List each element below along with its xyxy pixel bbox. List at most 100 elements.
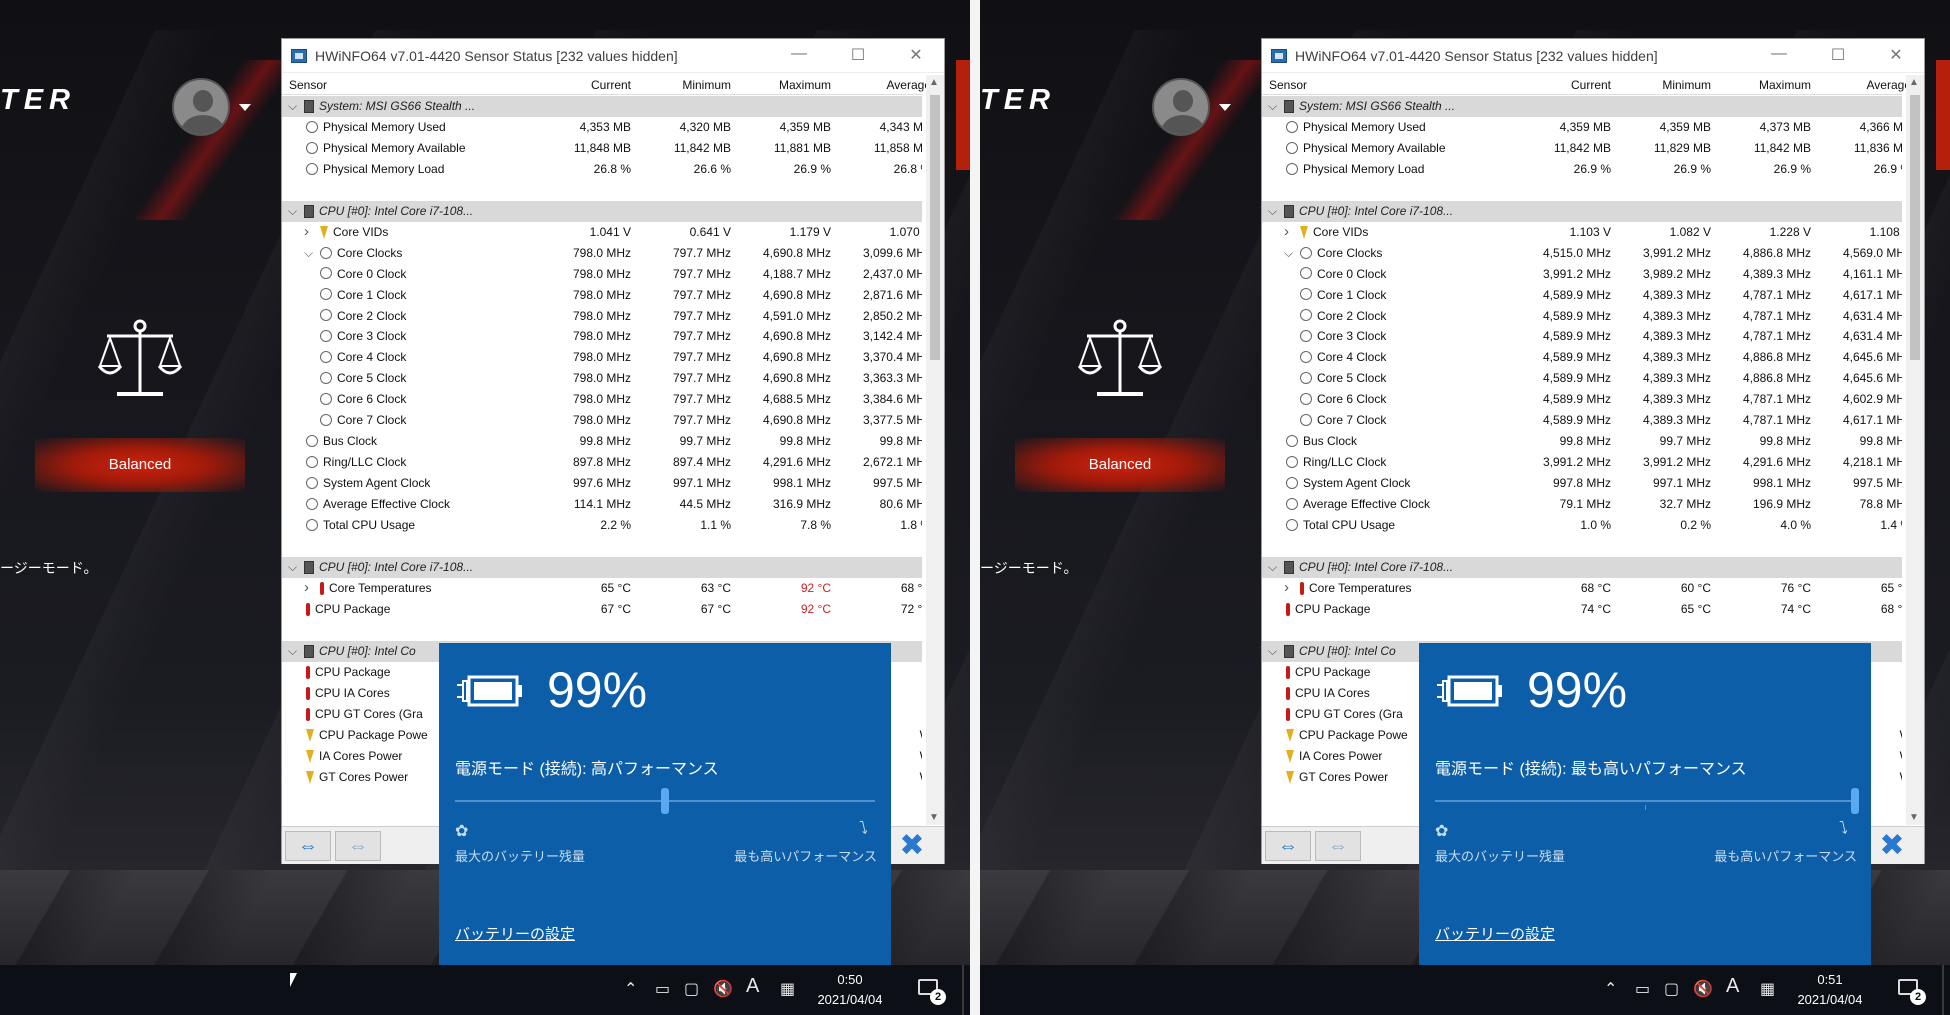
sensor-row[interactable]: Average Effective Clock 114.1 MHz 44.5 MHz… xyxy=(282,494,922,515)
volume-muted-icon[interactable]: 🔇 xyxy=(713,979,733,999)
sensor-group-row[interactable]: ⌵ CPU [#0]: Intel Core i7-108... xyxy=(1262,200,1902,222)
scrollbar-thumb[interactable] xyxy=(930,95,940,360)
volume-muted-icon[interactable]: 🔇 xyxy=(1693,979,1713,999)
sensor-group-row[interactable]: ⌵ CPU [#0]: Intel Core i7-108... xyxy=(282,556,922,578)
sensor-group-row[interactable]: ⌵ CPU [#0]: Intel Core i7-108... xyxy=(1262,556,1902,578)
scrollbar-thumb[interactable] xyxy=(1910,95,1920,360)
collapse-chevron-icon[interactable]: ⌵ xyxy=(1268,201,1277,222)
close-icon[interactable]: ✕ xyxy=(1886,45,1906,65)
expand-chevron-icon[interactable]: › xyxy=(1284,222,1289,243)
user-avatar[interactable] xyxy=(1152,78,1210,136)
expand-chevron-icon[interactable]: › xyxy=(304,222,309,243)
minimize-icon[interactable]: — xyxy=(789,45,809,63)
user-avatar[interactable] xyxy=(172,78,230,136)
sensor-row[interactable]: Average Effective Clock 79.1 MHz 32.7 MHz 1… xyxy=(1262,494,1902,515)
sensor-row[interactable]: Total CPU Usage 1.0 % 0.2 % 4.0 % 1.4 % xyxy=(1262,515,1902,536)
sensor-row[interactable]: Physical Memory Available 11,842 MB 11,829… xyxy=(1262,138,1902,159)
ime-mode-icon[interactable]: A xyxy=(1726,975,1739,998)
column-maximum[interactable]: Maximum xyxy=(737,78,831,92)
sensor-row[interactable]: Core 3 Clock 4,589.9 MHz 4,389.3 MHz 4,787.… xyxy=(1262,326,1902,347)
power-slider-track[interactable] xyxy=(1435,800,1855,802)
sensor-row[interactable]: Ring/LLC Clock 3,991.2 MHz 3,991.2 MHz 4,29… xyxy=(1262,452,1902,473)
expand-chevron-icon[interactable]: › xyxy=(1284,578,1289,599)
expand-chevron-icon[interactable]: › xyxy=(304,578,309,599)
sensor-row[interactable]: Core 4 Clock 798.0 MHz 797.7 MHz 4,690.8 MH… xyxy=(282,347,922,368)
sensor-row[interactable]: Core 5 Clock 4,589.9 MHz 4,389.3 MHz 4,886.… xyxy=(1262,368,1902,389)
sensor-row[interactable]: Ring/LLC Clock 897.8 MHz 897.4 MHz 4,291.6 … xyxy=(282,452,922,473)
battery-settings-link[interactable]: バッテリーの設定 xyxy=(1435,923,1555,944)
sensor-row[interactable]: Core 4 Clock 4,589.9 MHz 4,389.3 MHz 4,886.… xyxy=(1262,347,1902,368)
sensor-row[interactable]: Core 2 Clock 798.0 MHz 797.7 MHz 4,591.0 MH… xyxy=(282,306,922,327)
scroll-up-icon[interactable]: ▲ xyxy=(929,77,939,88)
sensor-row[interactable]: Core 5 Clock 798.0 MHz 797.7 MHz 4,690.8 MH… xyxy=(282,368,922,389)
taskbar-clock[interactable]: 0:51 2021/04/04 xyxy=(1789,970,1871,1010)
chevron-up-icon[interactable]: ⌃ xyxy=(624,979,637,999)
collapse-chevron-icon[interactable]: ⌵ xyxy=(1284,243,1293,264)
show-desktop-button[interactable] xyxy=(962,965,964,1015)
collapse-chevron-icon[interactable]: ⌵ xyxy=(1268,557,1277,578)
sensor-row[interactable]: CPU Package 74 °C 65 °C 74 °C 68 °C xyxy=(1262,599,1902,620)
collapse-chevron-icon[interactable]: ⌵ xyxy=(288,201,297,222)
column-maximum[interactable]: Maximum xyxy=(1717,78,1811,92)
scroll-up-icon[interactable]: ▲ xyxy=(1909,77,1919,88)
sensor-row[interactable]: ⌵ Core Clocks 798.0 MHz 797.7 MHz 4,690.8 MH… xyxy=(282,243,922,264)
collapse-chevron-icon[interactable]: ⌵ xyxy=(288,641,297,662)
app-tray-icon[interactable]: ▦ xyxy=(780,979,795,999)
sensor-group-row[interactable]: ⌵ System: MSI GS66 Stealth ... xyxy=(282,96,922,117)
battery-tray-icon[interactable]: ▭ xyxy=(1635,979,1650,999)
sensor-row[interactable]: Core 0 Clock 798.0 MHz 797.7 MHz 4,188.7 MH… xyxy=(282,264,922,285)
scroll-down-icon[interactable]: ▼ xyxy=(1909,812,1919,823)
sensor-group-row[interactable]: ⌵ System: MSI GS66 Stealth ... xyxy=(1262,96,1902,117)
sensor-row[interactable]: CPU Package 67 °C 67 °C 92 °C 72 °C xyxy=(282,599,922,620)
chevron-up-icon[interactable]: ⌃ xyxy=(1604,979,1617,999)
network-icon[interactable]: ▢ xyxy=(1664,979,1679,999)
network-icon[interactable]: ▢ xyxy=(684,979,699,999)
chevron-down-icon[interactable] xyxy=(1219,104,1231,111)
sensor-row[interactable]: Physical Memory Available 11,848 MB 11,842… xyxy=(282,138,922,159)
sensor-row[interactable]: Core 2 Clock 4,589.9 MHz 4,389.3 MHz 4,787.… xyxy=(1262,306,1902,327)
sensor-row[interactable]: Physical Memory Load 26.9 % 26.9 % 26.9 % 26… xyxy=(1262,159,1902,180)
sensor-row[interactable]: › Core VIDs 1.103 V 1.082 V 1.228 V 1.108 V xyxy=(1262,222,1902,243)
collapse-chevron-icon[interactable]: ⌵ xyxy=(304,243,313,264)
power-slider-thumb[interactable] xyxy=(1851,788,1859,814)
close-x-icon[interactable]: ✖ xyxy=(892,829,932,863)
column-minimum[interactable]: Minimum xyxy=(637,78,731,92)
power-slider-thumb[interactable] xyxy=(661,788,669,814)
sensor-row[interactable]: › Core Temperatures 68 °C 60 °C 76 °C 65 °C xyxy=(1262,578,1902,599)
sensor-row[interactable]: Bus Clock 99.8 MHz 99.7 MHz 99.8 MHz 99.8 MH… xyxy=(282,431,922,452)
expand-arrows-icon[interactable]: ⇔ xyxy=(285,831,331,861)
sensor-row[interactable]: System Agent Clock 997.8 MHz 997.1 MHz 998.… xyxy=(1262,473,1902,494)
minimize-icon[interactable]: — xyxy=(1769,45,1789,63)
sensor-row[interactable]: Core 3 Clock 798.0 MHz 797.7 MHz 4,690.8 MH… xyxy=(282,326,922,347)
column-minimum[interactable]: Minimum xyxy=(1617,78,1711,92)
battery-tray-icon[interactable]: ▭ xyxy=(655,979,670,999)
sensor-row[interactable]: Physical Memory Used 4,359 MB 4,359 MB 4,37… xyxy=(1262,117,1902,138)
collapse-arrows-icon[interactable]: ⇔ xyxy=(335,831,381,861)
sensor-row[interactable]: › Core Temperatures 65 °C 63 °C 92 °C 68 °C xyxy=(282,578,922,599)
chevron-down-icon[interactable] xyxy=(239,104,251,111)
scroll-down-icon[interactable]: ▼ xyxy=(929,812,939,823)
sensor-row[interactable]: Total CPU Usage 2.2 % 1.1 % 7.8 % 1.8 % xyxy=(282,515,922,536)
sensor-row[interactable]: Core 7 Clock 798.0 MHz 797.7 MHz 4,690.8 MH… xyxy=(282,410,922,431)
expand-arrows-icon[interactable]: ⇔ xyxy=(1265,831,1311,861)
maximize-icon[interactable]: ☐ xyxy=(1828,45,1848,65)
sensor-row[interactable]: Bus Clock 99.8 MHz 99.7 MHz 99.8 MHz 99.8 MH… xyxy=(1262,431,1902,452)
title-bar[interactable]: HWiNFO64 v7.01-4420 Sensor Status [232 v… xyxy=(282,39,944,73)
sensor-row[interactable]: Core 1 Clock 798.0 MHz 797.7 MHz 4,690.8 MH… xyxy=(282,285,922,306)
vertical-scrollbar[interactable]: ▲ ▼ xyxy=(1906,75,1924,825)
sensor-group-row[interactable]: ⌵ CPU [#0]: Intel Core i7-108... xyxy=(282,200,922,222)
close-icon[interactable]: ✕ xyxy=(906,45,926,65)
collapse-chevron-icon[interactable]: ⌵ xyxy=(288,96,297,117)
collapse-chevron-icon[interactable]: ⌵ xyxy=(1268,641,1277,662)
battery-settings-link[interactable]: バッテリーの設定 xyxy=(455,923,575,944)
sensor-row[interactable]: Physical Memory Used 4,353 MB 4,320 MB 4,35… xyxy=(282,117,922,138)
sensor-row[interactable]: › Core VIDs 1.041 V 0.641 V 1.179 V 1.070 V xyxy=(282,222,922,243)
sensor-row[interactable]: ⌵ Core Clocks 4,515.0 MHz 3,991.2 MHz 4,886.… xyxy=(1262,243,1902,264)
taskbar-clock[interactable]: 0:50 2021/04/04 xyxy=(809,970,891,1010)
sensor-row[interactable]: Core 6 Clock 4,589.9 MHz 4,389.3 MHz 4,787.… xyxy=(1262,389,1902,410)
column-sensor[interactable]: Sensor xyxy=(1269,78,1307,92)
sensor-row[interactable]: System Agent Clock 997.6 MHz 997.1 MHz 998.… xyxy=(282,473,922,494)
sensor-row[interactable]: Core 0 Clock 3,991.2 MHz 3,989.2 MHz 4,389.… xyxy=(1262,264,1902,285)
title-bar[interactable]: HWiNFO64 v7.01-4420 Sensor Status [232 v… xyxy=(1262,39,1924,73)
ime-mode-icon[interactable]: A xyxy=(746,975,759,998)
